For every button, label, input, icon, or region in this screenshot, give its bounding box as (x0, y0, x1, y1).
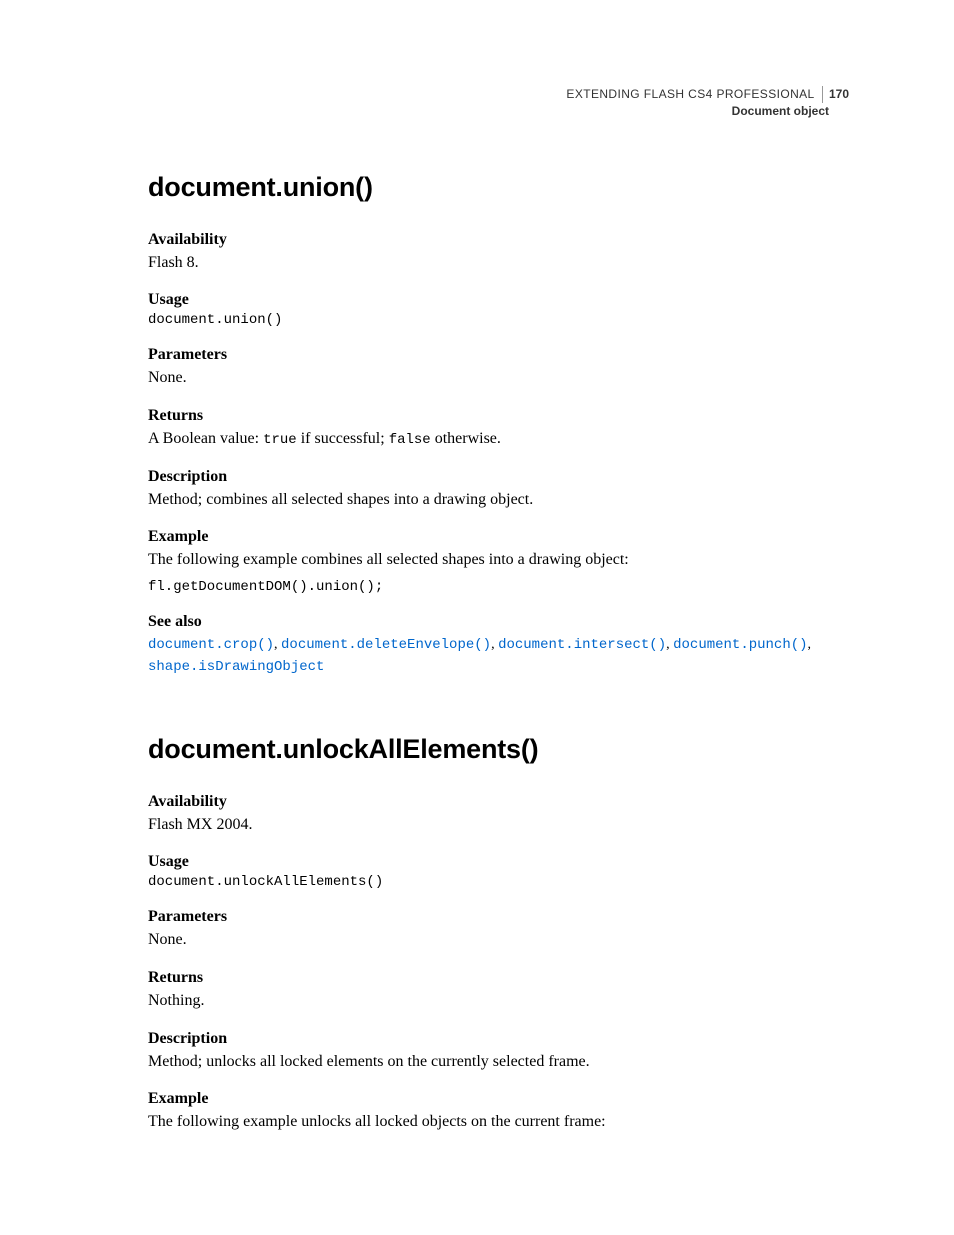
seealso-link[interactable]: document.deleteEnvelope() (281, 637, 491, 653)
header-breadcrumb: EXTENDING FLASH CS4 PROFESSIONAL (566, 87, 814, 101)
seealso-link[interactable]: document.punch() (673, 637, 807, 653)
returns-text: A Boolean value: true if successful; fal… (148, 428, 849, 450)
returns-section: Returns A Boolean value: true if success… (148, 407, 849, 450)
availability-text: Flash 8. (148, 252, 849, 274)
description-section: Description Method; combines all selecte… (148, 468, 849, 511)
seealso-section: See also document.crop(), document.delet… (148, 613, 849, 678)
parameters-text: None. (148, 367, 849, 389)
seealso-label: See also (148, 613, 849, 631)
seealso-link[interactable]: shape.isDrawingObject (148, 659, 324, 675)
returns-label: Returns (148, 407, 849, 425)
parameters-label: Parameters (148, 908, 849, 926)
description-label: Description (148, 1030, 849, 1048)
usage-code: document.union() (148, 312, 849, 328)
parameters-section: Parameters None. (148, 346, 849, 389)
availability-text: Flash MX 2004. (148, 814, 849, 836)
returns-pre: A Boolean value: (148, 430, 263, 447)
example-label: Example (148, 528, 849, 546)
returns-code2: false (389, 432, 431, 448)
availability-section: Availability Flash 8. (148, 231, 849, 274)
returns-mid: if successful; (297, 430, 389, 447)
example-label: Example (148, 1090, 849, 1108)
usage-label: Usage (148, 291, 849, 309)
description-section: Description Method; unlocks all locked e… (148, 1030, 849, 1073)
header-section: Document object (148, 103, 829, 120)
description-text: Method; combines all selected shapes int… (148, 489, 849, 511)
returns-section: Returns Nothing. (148, 969, 849, 1012)
page: EXTENDING FLASH CS4 PROFESSIONAL 170 Doc… (0, 0, 954, 1235)
returns-code1: true (263, 432, 297, 448)
availability-label: Availability (148, 231, 849, 249)
seealso-link[interactable]: document.crop() (148, 637, 274, 653)
seealso-link[interactable]: document.intersect() (498, 637, 666, 653)
availability-section: Availability Flash MX 2004. (148, 793, 849, 836)
page-header: EXTENDING FLASH CS4 PROFESSIONAL 170 Doc… (148, 86, 849, 120)
seealso-links: document.crop(), document.deleteEnvelope… (148, 634, 849, 678)
description-text: Method; unlocks all locked elements on t… (148, 1051, 849, 1073)
parameters-text: None. (148, 929, 849, 951)
parameters-section: Parameters None. (148, 908, 849, 951)
example-text: The following example combines all selec… (148, 549, 849, 571)
method-title: document.unlockAllElements() (148, 734, 849, 765)
usage-section: Usage document.unlockAllElements() (148, 853, 849, 890)
parameters-label: Parameters (148, 346, 849, 364)
example-section: Example The following example combines a… (148, 528, 849, 595)
usage-section: Usage document.union() (148, 291, 849, 328)
usage-code: document.unlockAllElements() (148, 874, 849, 890)
example-text: The following example unlocks all locked… (148, 1111, 849, 1133)
usage-label: Usage (148, 853, 849, 871)
returns-post: otherwise. (431, 430, 501, 447)
returns-text: Nothing. (148, 990, 849, 1012)
returns-label: Returns (148, 969, 849, 987)
availability-label: Availability (148, 793, 849, 811)
method-title: document.union() (148, 172, 849, 203)
page-number: 170 (822, 86, 849, 103)
example-code: fl.getDocumentDOM().union(); (148, 579, 849, 595)
description-label: Description (148, 468, 849, 486)
example-section: Example The following example unlocks al… (148, 1090, 849, 1133)
